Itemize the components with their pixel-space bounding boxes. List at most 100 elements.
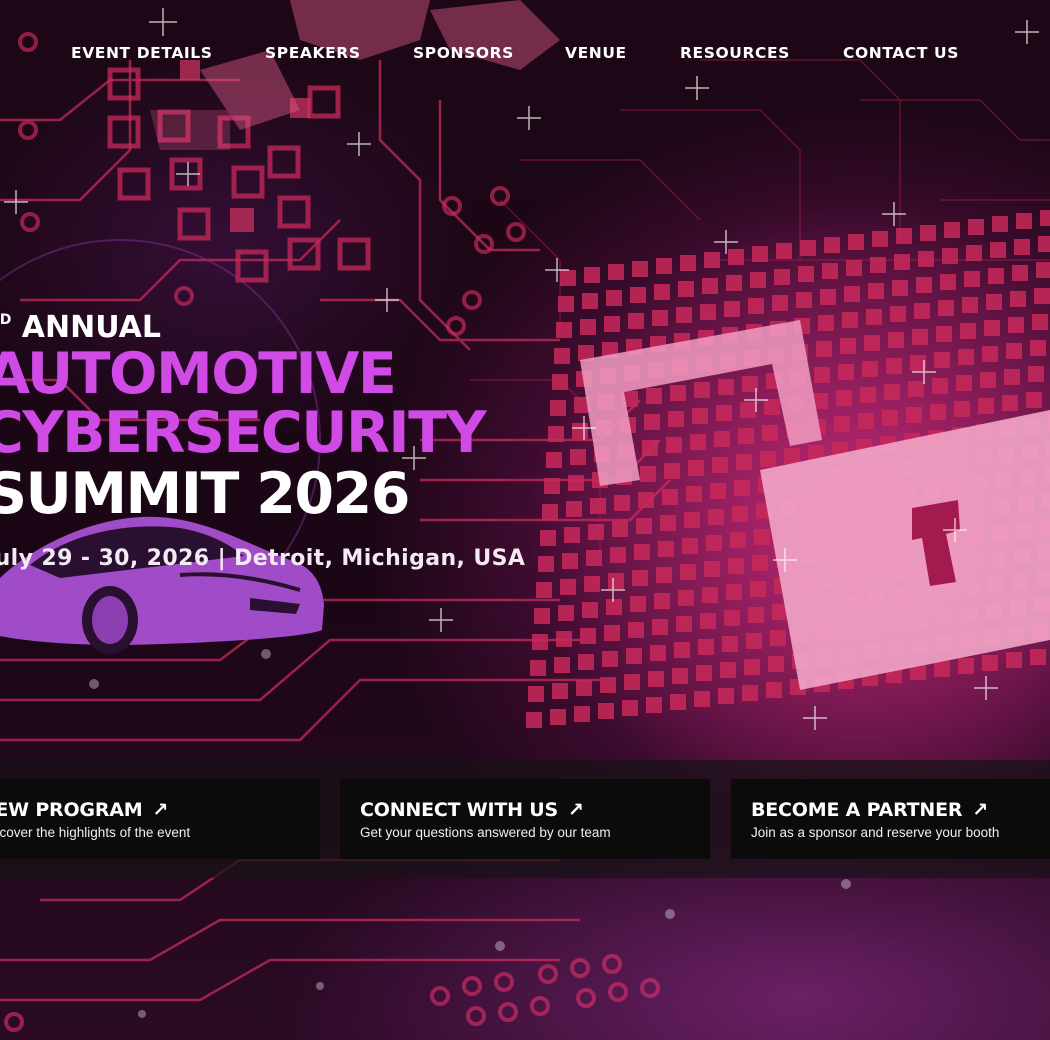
- chip-pad: [676, 307, 692, 323]
- title-line-summit: SUMMIT 2026: [0, 461, 410, 527]
- chip-pad: [886, 358, 902, 374]
- chip-pad: [934, 661, 950, 677]
- chip-pad: [584, 576, 600, 592]
- chip-pad: [598, 703, 614, 719]
- chip-pad: [818, 315, 834, 331]
- chip-pad: [798, 266, 814, 282]
- chip-pad: [558, 296, 574, 312]
- chip-pad: [622, 700, 638, 716]
- chip-pad: [712, 457, 728, 473]
- chip-pad: [556, 631, 572, 647]
- chip-pad: [670, 694, 686, 710]
- chip-pad: [566, 501, 582, 517]
- become-a-partner-button[interactable]: BECOME A PARTNER ↗ Join as a sponsor and …: [731, 779, 1050, 859]
- annual-text: ANNUAL: [21, 310, 162, 345]
- chip-pad: [890, 306, 906, 322]
- chip-pad: [860, 387, 876, 403]
- chip-pad: [960, 323, 976, 339]
- chip-pad: [628, 313, 644, 329]
- chip-pad: [848, 234, 864, 250]
- chip-pad: [670, 385, 686, 401]
- chip-pad: [656, 258, 672, 274]
- chip-pad: [844, 286, 860, 302]
- chip-pad: [678, 281, 694, 297]
- chip-pad: [914, 303, 930, 319]
- ordinal-suffix: ND: [0, 312, 12, 328]
- chip-pad: [602, 651, 618, 667]
- chip-pad: [606, 290, 622, 306]
- chip-pad: [568, 475, 584, 491]
- chip-pad: [772, 295, 788, 311]
- chip-pad: [920, 225, 936, 241]
- chip-pad: [608, 573, 624, 589]
- chip-pad: [652, 619, 668, 635]
- chip-pad: [722, 636, 738, 652]
- chip-pad: [656, 567, 672, 583]
- chip-pad: [654, 284, 670, 300]
- view-program-button[interactable]: VIEW PROGRAM ↗ Discover the highlights of…: [0, 779, 320, 859]
- chip-pad: [822, 263, 838, 279]
- chip-pad: [606, 599, 622, 615]
- chip-pad: [944, 222, 960, 238]
- chip-pad: [988, 268, 1004, 284]
- chip-pad: [590, 498, 606, 514]
- chip-pad: [978, 398, 994, 414]
- chip-pad: [680, 255, 696, 271]
- chip-pad: [626, 648, 642, 664]
- nav-sponsors[interactable]: SPONSORS: [413, 44, 514, 62]
- chip-pad: [634, 544, 650, 560]
- connect-with-us-button[interactable]: CONNECT WITH US ↗ Get your questions answ…: [340, 779, 710, 859]
- chip-pad: [654, 593, 670, 609]
- chip-pad: [824, 237, 840, 253]
- chip-pad: [564, 527, 580, 543]
- chip-pad: [552, 683, 568, 699]
- chip-pad: [558, 605, 574, 621]
- chip-pad: [816, 341, 832, 357]
- chip-pad: [698, 639, 714, 655]
- nav-event-details[interactable]: EVENT DETAILS: [71, 44, 213, 62]
- chip-pad: [642, 440, 658, 456]
- chip-pad: [858, 413, 874, 429]
- chip-pad: [726, 275, 742, 291]
- chip-pad: [752, 555, 768, 571]
- chip-pad: [658, 541, 674, 557]
- nav-contact-us[interactable]: CONTACT US: [843, 44, 959, 62]
- chip-pad: [690, 434, 706, 450]
- chip-pad: [930, 404, 946, 420]
- chip-pad: [724, 301, 740, 317]
- chip-pad: [750, 581, 766, 597]
- chip-pad: [906, 407, 922, 423]
- chip-pad: [1008, 317, 1024, 333]
- chip-pad: [1010, 291, 1026, 307]
- chip-pad: [936, 326, 952, 342]
- chip-pad: [980, 372, 996, 388]
- nav-speakers[interactable]: SPEAKERS: [265, 44, 361, 62]
- nav-resources[interactable]: RESOURCES: [680, 44, 790, 62]
- chip-pad: [560, 270, 576, 286]
- chip-pad: [624, 674, 640, 690]
- chip-pad: [700, 304, 716, 320]
- chip-pad: [662, 489, 678, 505]
- chip-pad: [956, 375, 972, 391]
- chip-pad: [730, 532, 746, 548]
- chip-pad: [842, 312, 858, 328]
- chip-pad: [1030, 340, 1046, 356]
- nav-venue[interactable]: VENUE: [565, 44, 627, 62]
- chip-pad: [958, 349, 974, 365]
- chip-pad: [1026, 392, 1042, 408]
- chip-pad: [576, 680, 592, 696]
- chip-pad: [750, 272, 766, 288]
- chip-pad: [738, 428, 754, 444]
- chip-pad: [892, 280, 908, 296]
- chip-pad: [1004, 369, 1020, 385]
- chip-pad: [686, 486, 702, 502]
- chip-pad: [748, 298, 764, 314]
- chip-pad: [894, 254, 910, 270]
- chip-pad: [550, 709, 566, 725]
- title-line-cybersecurity: CYBERSECURITY: [0, 400, 487, 466]
- chip-pad: [628, 622, 644, 638]
- chip-pad: [1034, 288, 1050, 304]
- chip-pad: [870, 257, 886, 273]
- chip-pad: [718, 379, 734, 395]
- chip-pad: [526, 712, 542, 728]
